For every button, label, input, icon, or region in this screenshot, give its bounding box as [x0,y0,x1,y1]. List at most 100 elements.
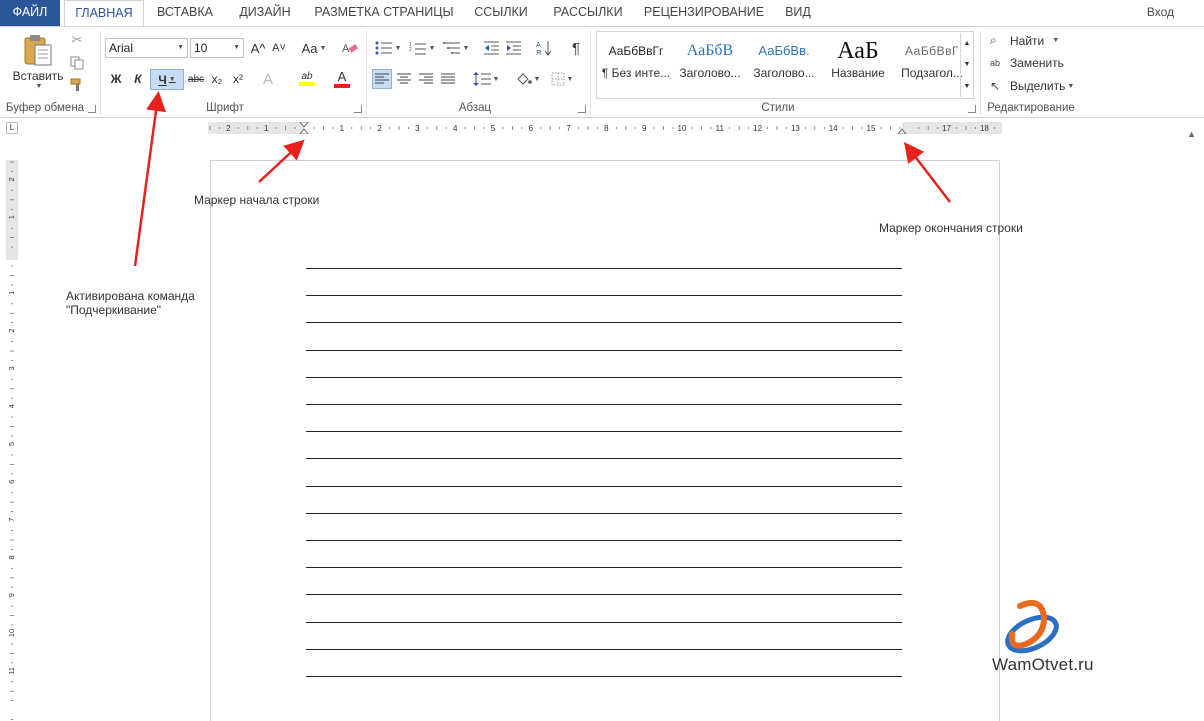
find-button[interactable]: ⌕ Найти ▼ [990,33,1059,48]
underlined-line [306,376,902,378]
align-center-icon [397,73,411,84]
underlined-line [306,594,902,596]
more-icon: ▼ [963,82,971,90]
binoculars-icon: ⌕ [990,33,997,47]
multilevel-list-button[interactable]: ▼ [440,39,472,57]
find-label: Найти [1010,33,1045,48]
italic-button[interactable]: К [128,69,148,89]
clear-formatting-button[interactable]: A [340,39,360,57]
paint-bucket-icon [516,73,532,85]
font-color-button[interactable]: A [326,67,358,89]
subscript-button[interactable]: x₂ [208,69,226,89]
underlined-line [306,458,902,460]
select-button[interactable]: ↖ Выделить ▼ [990,79,1074,93]
tab-design[interactable]: ДИЗАЙН [232,0,298,26]
tab-file[interactable]: ФАЙЛ [0,0,60,26]
align-left-button[interactable] [372,69,392,89]
horizontal-ruler[interactable]: 2 1 1 2 3 4 5 6 7 8 9 10 11 12 13 14 15 17 18 [208,122,1002,134]
style-title[interactable]: АаБ Название [821,36,895,94]
style-sample: АаБбВвГг [608,44,664,58]
tab-mailings[interactable]: РАССЫЛКИ [546,0,630,26]
sign-in-link[interactable]: Вход [1147,0,1174,26]
numbering-button[interactable]: 1 2 ▼ [406,39,438,57]
clipboard-icon [24,34,52,65]
underlined-line [306,322,902,324]
clipboard-launcher-icon[interactable] [88,105,96,113]
style-no-spacing[interactable]: АаБбВвГг ¶ Без инте... [599,36,673,94]
font-name-value: Arial [109,41,134,55]
borders-button[interactable]: ▼ [546,69,578,89]
increase-indent-button[interactable] [504,39,524,57]
text-effects-button[interactable]: A [258,69,278,89]
show-marks-button[interactable]: ¶ [566,39,586,57]
chevron-down-icon: ▼ [35,82,43,90]
underlined-line [306,567,902,569]
justify-button[interactable] [438,69,458,89]
select-label: Выделить [1010,79,1066,93]
tab-view[interactable]: ВИД [778,0,818,26]
chevron-down-icon: ▼ [492,75,500,83]
align-center-button[interactable] [394,69,414,89]
copy-button[interactable] [68,54,86,72]
underlined-line [306,349,902,351]
cut-button[interactable]: ✂ [68,31,86,49]
font-name-combo[interactable]: Arial ▼ [105,38,188,58]
underline-button[interactable]: Ч ▼ [150,69,184,90]
svg-text:Я: Я [536,50,541,56]
styles-scroll-up-button[interactable]: ▲ [960,33,973,53]
document-page[interactable] [210,160,1000,721]
decrease-indent-button[interactable] [482,39,502,57]
tab-references[interactable]: ССЫЛКИ [470,0,532,26]
sort-button[interactable]: AЯ [534,39,554,57]
bold-button[interactable]: Ж [106,69,126,89]
underlined-line [306,512,902,514]
style-subtitle[interactable]: АаБбВвГ Подзагол... [895,36,969,94]
bullets-button[interactable]: ▼ [372,39,404,57]
font-launcher-icon[interactable] [354,105,362,113]
underlined-line [306,621,902,623]
chevron-down-icon: ▼ [233,44,240,51]
separator [980,31,981,115]
superscript-button[interactable]: x² [229,69,247,89]
underlined-line [306,485,902,487]
ruler-label: 12 [753,124,762,133]
styles-launcher-icon[interactable] [968,105,976,113]
styles-scroll-down-button[interactable]: ▼ [960,54,973,74]
ruler-label: 11 [7,667,16,675]
bullet-list-icon [375,41,392,55]
align-right-button[interactable] [416,69,436,89]
underline-icon: Ч [158,72,167,87]
tab-review[interactable]: РЕЦЕНЗИРОВАНИЕ [640,0,768,26]
style-name: Подзагол... [901,66,963,80]
shading-button[interactable]: ▼ [512,69,544,89]
ruler-label: 14 [829,124,838,133]
replace-button[interactable]: ab Заменить [990,56,1064,70]
increase-indent-icon [506,41,521,55]
style-heading-1[interactable]: АаБбВ Заголово... [673,36,747,94]
tab-page-layout[interactable]: РАЗМЕТКА СТРАНИЦЫ [310,0,458,26]
annotation-line-start: Маркер начала строки [194,193,320,207]
ruler-label: 6 [7,480,16,484]
shrink-font-button[interactable]: A˅ [269,39,289,57]
grow-font-icon: A^ [250,40,266,56]
style-heading-2[interactable]: АаБбВв. Заголово... [747,36,821,94]
line-spacing-button[interactable]: ▼ [470,69,502,89]
vertical-ruler[interactable]: 211234567891011 [6,160,18,720]
font-size-combo[interactable]: 10 ▼ [190,38,244,58]
clipboard-group-label: Буфер обмена [5,102,85,114]
paste-button[interactable]: Вставить ▼ [10,31,66,91]
grow-font-button[interactable]: A^ [248,39,268,57]
paragraph-launcher-icon[interactable] [578,105,586,113]
replace-label: Заменить [1010,56,1064,70]
styles-more-button[interactable]: ▼ [960,75,973,97]
tab-insert[interactable]: ВСТАВКА [150,0,220,26]
format-painter-button[interactable] [68,76,86,94]
ruler-label: 13 [791,124,800,133]
highlight-button[interactable]: ab [290,67,324,89]
collapse-ribbon-icon[interactable]: ▲ [1187,129,1196,139]
style-sample: АаБбВв. [758,43,810,58]
change-case-button[interactable]: Aa ▼ [298,39,330,57]
strikethrough-button[interactable]: abc [185,69,207,89]
tab-home[interactable]: ГЛАВНАЯ [64,0,144,27]
tab-selector-icon[interactable]: L [6,122,18,134]
